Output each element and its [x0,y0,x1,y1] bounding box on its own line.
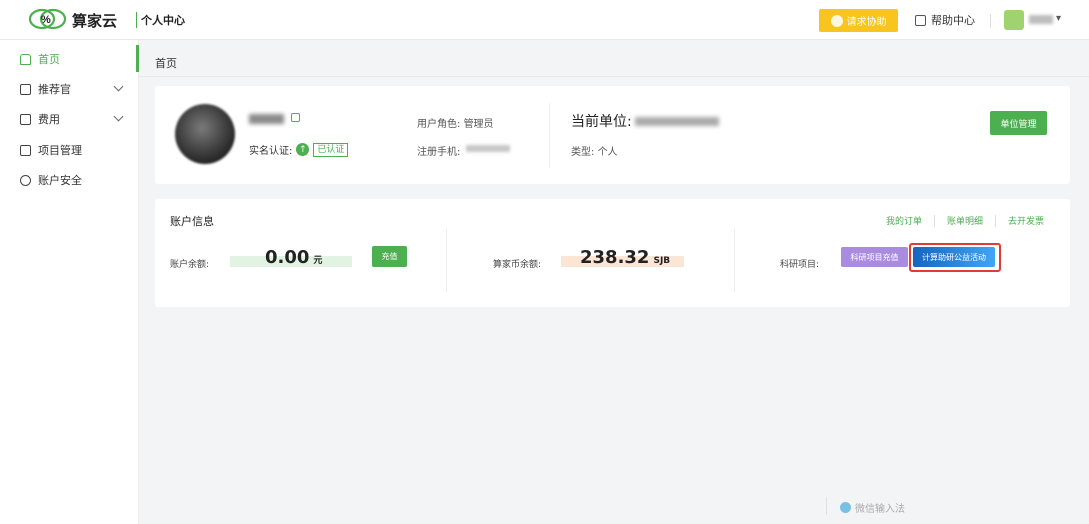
ime-indicator: 微信输入法 [840,500,905,515]
sidebar-item-label: 推荐官 [38,83,71,96]
request-help-label: 请求协助 [846,17,887,28]
verified-check-icon: ↑ [296,143,310,156]
type-value: 个人 [597,147,618,158]
unit-management-button[interactable]: 单位管理 [990,111,1047,135]
link-divider [933,214,935,227]
phone-label: 注册手机: [417,147,461,158]
real-name-status: 实名认证: ↑ 已认证 [249,142,349,157]
coin-balance-value: 238.32 SJB [580,247,670,268]
coin-unit: SJB [653,256,671,266]
brand-divider [136,12,137,28]
user-menu-chevron-icon[interactable]: ▾ [1056,13,1061,24]
research-charity-button[interactable]: 计算助研公益活动 [913,247,995,267]
chevron-down-icon [113,111,124,122]
account-links: 我的订单 账单明细 去开发票 [886,214,1044,227]
request-help-button[interactable]: 请求协助 [819,9,898,32]
ime-label: 微信输入法 [855,504,905,515]
wechat-ime-icon [840,502,851,513]
role-label: 用户角色: [417,119,461,130]
help-center-link[interactable]: 帮助中心 [915,12,975,28]
page-section-title: 个人中心 [141,14,185,27]
recharge-button[interactable]: 充值 [372,246,407,267]
account-divider [446,229,447,292]
folder-icon [20,144,31,156]
sidebar-item-security[interactable]: 账户安全 [0,165,139,195]
account-divider [734,229,735,292]
my-orders-link[interactable]: 我的订单 [886,214,922,227]
book-icon [915,14,926,26]
profile-avatar[interactable] [175,104,235,164]
current-unit-redacted [635,117,719,126]
wallet-icon [20,113,31,125]
user-avatar[interactable] [1004,10,1024,30]
balance-unit: 元 [313,256,323,266]
brand-name: 算家云 [72,12,118,30]
account-info-title: 账户信息 [170,215,214,228]
help-center-label: 帮助中心 [931,14,975,27]
type-label: 类型: [571,147,595,158]
sidebar-active-indicator [136,45,139,72]
role-value: 管理员 [463,119,494,130]
home-icon [20,53,31,65]
profile-card: 实名认证: ↑ 已认证 用户角色: 管理员 注册手机: 当前单位: 类型: 个人… [155,86,1070,184]
invoice-link[interactable]: 去开发票 [1008,214,1044,227]
profile-divider [549,103,550,168]
breadcrumb-divider [139,76,1089,77]
headset-icon [830,14,843,27]
sidebar-item-label: 项目管理 [38,144,82,157]
research-recharge-button[interactable]: 科研项目充值 [841,247,908,267]
shield-icon [20,174,31,186]
sidebar: 首页 推荐官 费用 项目管理 账户安全 [0,40,139,524]
current-unit-label: 当前单位: [571,114,632,130]
real-name-label: 实名认证: [249,146,293,157]
document-icon [20,83,31,95]
balance-amount: 0.00 [265,247,310,268]
link-divider [994,214,996,227]
billing-details-link[interactable]: 账单明细 [947,214,983,227]
coin-balance-label: 算家币余额: [493,260,542,270]
phone-redacted [466,145,510,152]
svg-text:%: % [41,14,51,26]
balance-label: 账户余额: [170,260,210,270]
profile-name-redacted [249,114,284,124]
sidebar-item-billing[interactable]: 费用 [0,104,139,134]
sidebar-item-home[interactable]: 首页 [0,44,139,74]
header-divider [990,14,991,28]
research-project-label: 科研项目: [780,260,820,270]
logo-icon[interactable]: % [28,8,68,30]
ime-divider [826,497,827,515]
unit-type: 类型: 个人 [571,143,618,158]
chevron-down-icon [113,81,124,92]
sidebar-item-label: 账户安全 [38,174,82,187]
breadcrumb: 首页 [155,57,177,70]
edit-icon[interactable] [291,113,300,122]
user-name-redacted[interactable] [1029,15,1053,24]
sidebar-item-label: 费用 [38,113,60,126]
verified-badge: 已认证 [313,142,349,157]
sidebar-item-projects[interactable]: 项目管理 [0,135,139,165]
account-info-card: 账户信息 我的订单 账单明细 去开发票 账户余额: 0.00 元 充值 算家币余额… [155,199,1070,307]
top-header: % 算家云 个人中心 请求协助 帮助中心 ▾ [0,0,1089,40]
sidebar-item-label: 首页 [38,53,60,66]
coin-amount: 238.32 [580,247,650,268]
user-role: 用户角色: 管理员 [417,115,494,130]
balance-value: 0.00 元 [265,247,322,268]
sidebar-item-referral[interactable]: 推荐官 [0,74,139,104]
